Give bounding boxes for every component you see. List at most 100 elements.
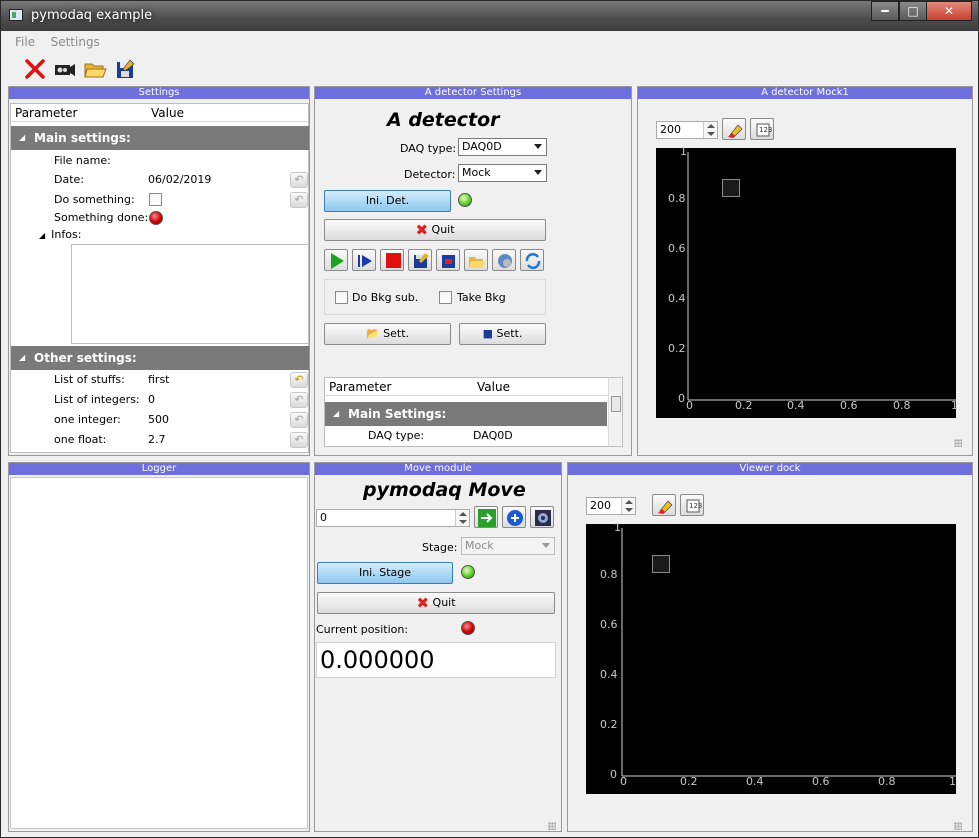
- take-bkg-checkbox[interactable]: [439, 291, 452, 304]
- infos-textarea[interactable]: [71, 244, 309, 344]
- position-input[interactable]: 0: [316, 509, 470, 527]
- date-value[interactable]: 06/02/2019: [148, 171, 211, 189]
- maximize-button[interactable]: □: [899, 1, 927, 21]
- move-heading: pymodaq Move: [363, 479, 526, 501]
- save-current-icon[interactable]: [408, 249, 432, 271]
- resize-grip[interactable]: [954, 439, 962, 447]
- move-module-dock: Move module pymodaq Move 0 Stage: Mock I…: [314, 462, 562, 832]
- save-icon[interactable]: [113, 57, 137, 81]
- detector-select[interactable]: Mock: [458, 164, 547, 182]
- save-icon: ■: [482, 327, 494, 340]
- move-module-dock-title[interactable]: Move module: [315, 463, 561, 475]
- scrollbar-thumb[interactable]: [611, 396, 621, 412]
- roi-square[interactable]: [722, 179, 740, 197]
- list-integers-label: List of integers:: [54, 393, 140, 406]
- settings-gear-icon[interactable]: [530, 506, 554, 528]
- one-float-value[interactable]: 2.7: [148, 431, 166, 449]
- x-tick: 0.2: [680, 775, 698, 788]
- reset-icon[interactable]: ↶: [290, 432, 308, 448]
- logger-text-area[interactable]: [10, 477, 308, 829]
- list-stuffs-value[interactable]: first: [148, 371, 170, 389]
- det-quit-button[interactable]: ✖ Quit: [324, 219, 546, 241]
- viewer-spinbox[interactable]: 200: [586, 497, 636, 515]
- reset-icon[interactable]: ↶: [290, 412, 308, 428]
- minimize-button[interactable]: ━: [871, 1, 899, 21]
- reset-icon[interactable]: ↶: [290, 172, 308, 188]
- collapse-icon: ◢: [19, 353, 26, 362]
- viewer-dock-title[interactable]: Viewer dock: [568, 463, 972, 475]
- detector-settings-dock-title[interactable]: A detector Settings: [315, 87, 631, 99]
- menu-settings[interactable]: Settings: [45, 32, 106, 52]
- viewer-dock: Viewer dock 200 123 1 0.8 0.6 0.4 0.2 0 …: [567, 462, 973, 832]
- detector-settings-dock: A detector Settings A detector DAQ type:…: [314, 86, 632, 456]
- viewer-spinbox[interactable]: 200: [656, 121, 718, 139]
- x-tick: 0.8: [893, 399, 911, 412]
- do-something-checkbox[interactable]: [149, 193, 162, 206]
- reset-icon[interactable]: ↶: [290, 392, 308, 408]
- reset-icon[interactable]: ↶: [290, 192, 308, 208]
- stage-select[interactable]: Mock: [461, 537, 555, 555]
- group-main-settings[interactable]: ◢ Main settings:: [11, 126, 309, 150]
- led-icon: [149, 211, 163, 225]
- one-integer-value[interactable]: 500: [148, 411, 169, 429]
- ini-stage-button[interactable]: Ini. Stage: [317, 562, 453, 584]
- sett-folder-button[interactable]: 📂 Sett.: [324, 323, 451, 345]
- quit-x-icon[interactable]: [23, 57, 47, 81]
- resize-grip[interactable]: [548, 822, 556, 830]
- something-done-label: Something done:: [54, 211, 149, 224]
- toolbar: [9, 53, 971, 85]
- move-rel-plus-icon[interactable]: [502, 506, 526, 528]
- close-button[interactable]: ✕: [926, 1, 972, 21]
- date-label: Date:: [54, 173, 84, 186]
- daq-row-label: DAQ type:: [368, 429, 425, 442]
- folder-open-icon[interactable]: [83, 57, 107, 81]
- daq-row-value[interactable]: DAQ0D: [473, 427, 513, 445]
- numbers-icon[interactable]: 123: [680, 494, 704, 516]
- info-icon[interactable]: [492, 249, 516, 271]
- collapse-icon: ◢: [333, 409, 340, 418]
- chevron-down-icon: [534, 144, 542, 149]
- take-bkg-label: Take Bkg: [457, 291, 506, 304]
- daq-type-select[interactable]: DAQ0D: [458, 138, 547, 156]
- numbers-icon[interactable]: 123: [750, 118, 774, 140]
- y-tick: 0.8: [668, 192, 686, 205]
- list-integers-value[interactable]: 0: [148, 391, 155, 409]
- camera-icon[interactable]: [53, 57, 77, 81]
- group-other-settings[interactable]: ◢ Other settings:: [11, 346, 309, 370]
- sett-save-button[interactable]: ■ Sett.: [459, 323, 546, 345]
- window-title: pymodaq example: [31, 8, 153, 23]
- collapse-icon: ◢: [19, 133, 26, 142]
- do-bkg-checkbox[interactable]: [335, 291, 348, 304]
- resize-grip[interactable]: [954, 822, 962, 830]
- stop-icon[interactable]: [380, 249, 404, 271]
- ini-det-button[interactable]: Ini. Det.: [324, 190, 451, 212]
- tree-header: Parameter Value: [325, 378, 622, 396]
- move-abs-icon[interactable]: [474, 506, 498, 528]
- eraser-icon[interactable]: [652, 494, 676, 516]
- logger-dock: Logger: [8, 462, 310, 832]
- detector-plot[interactable]: 1 0.8 0.6 0.4 0.2 0 0 0.2 0.4 0.6 0.8 1: [656, 145, 958, 418]
- detector-viewer-dock-title[interactable]: A detector Mock1: [638, 87, 972, 99]
- open-icon[interactable]: [464, 249, 488, 271]
- refresh-icon[interactable]: [520, 249, 544, 271]
- stage-quit-button[interactable]: ✖ Quit: [317, 592, 555, 614]
- y-tick: 0.6: [600, 618, 618, 631]
- settings-dock-title[interactable]: Settings: [9, 87, 309, 99]
- eraser-icon[interactable]: [722, 118, 746, 140]
- y-tick: 0.4: [668, 292, 686, 305]
- svg-text:123: 123: [689, 502, 702, 510]
- logger-dock-title[interactable]: Logger: [9, 463, 309, 475]
- menu-file[interactable]: File: [9, 32, 41, 52]
- reset-icon[interactable]: ↶: [290, 372, 308, 388]
- chevron-down-icon: [542, 543, 550, 548]
- save-new-icon[interactable]: [436, 249, 460, 271]
- collapse-icon: ◢: [39, 231, 46, 240]
- snap-icon[interactable]: [352, 249, 376, 271]
- viewer-plot[interactable]: 1 0.8 0.6 0.4 0.2 0 0 0.2 0.4 0.6 0.8 1: [586, 521, 956, 794]
- scrollbar[interactable]: [608, 378, 622, 446]
- grab-play-icon[interactable]: [324, 249, 348, 271]
- group-main-settings[interactable]: ◢ Main Settings:: [325, 402, 607, 426]
- file-name-label: File name:: [54, 154, 111, 167]
- x-tick: 0.4: [787, 399, 805, 412]
- roi-square[interactable]: [652, 555, 670, 573]
